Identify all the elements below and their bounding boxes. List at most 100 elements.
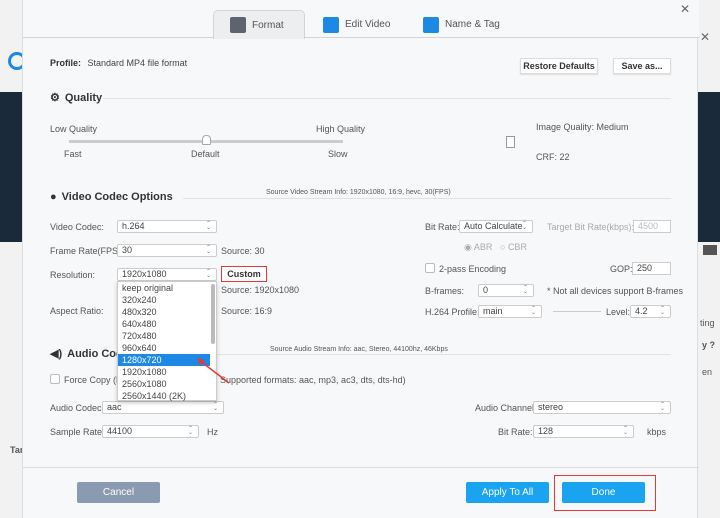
fast-label: Fast <box>64 149 82 159</box>
dropdown-scrollbar[interactable] <box>211 284 215 344</box>
video-codec-label: Video Codec: <box>50 222 104 232</box>
slider-thumb[interactable] <box>202 135 211 145</box>
low-quality-label: Low Quality <box>50 124 98 134</box>
resolution-option[interactable]: 720x480 <box>118 330 210 342</box>
sample-rate-select[interactable]: 44100 <box>102 425 199 438</box>
resolution-option[interactable]: 320x240 <box>118 294 210 306</box>
abr-radio[interactable]: ◉ ABR <box>464 242 492 253</box>
slow-label: Slow <box>328 149 348 159</box>
custom-button[interactable]: Custom <box>221 266 267 282</box>
resolution-option[interactable]: 480x320 <box>118 306 210 318</box>
tab-label: Edit Video <box>345 19 391 30</box>
high-quality-label: High Quality <box>316 124 366 134</box>
bframes-label: B-frames: <box>425 286 465 296</box>
document-icon <box>506 136 515 148</box>
fps-source: Source: 30 <box>221 246 265 256</box>
default-label: Default <box>191 149 220 159</box>
save-as-button[interactable]: Save as... <box>613 58 671 74</box>
fps-select[interactable]: 30 <box>117 244 217 257</box>
bframes-note: * Not all devices support B-frames <box>547 286 684 296</box>
source-video-info: Source Video Stream Info: 1920x1080, 16:… <box>266 189 451 196</box>
image-quality-text: Image Quality: Medium <box>536 122 629 132</box>
folder-icon[interactable] <box>703 245 717 255</box>
video-codec-select[interactable]: h.264 <box>117 220 217 233</box>
profile-label: Profile: <box>50 58 82 68</box>
bframes-select[interactable]: 0 <box>478 284 534 297</box>
two-pass-checkbox[interactable] <box>425 263 435 273</box>
done-button[interactable]: Done <box>562 482 645 503</box>
profile-value: Standard MP4 file format <box>87 58 188 68</box>
audio-bitrate-label: Bit Rate: <box>498 427 533 437</box>
resolution-source: Source: 1920x1080 <box>221 285 300 295</box>
cancel-button[interactable]: Cancel <box>77 482 160 503</box>
speaker-icon: ◀) <box>50 348 63 360</box>
bitrate-select[interactable]: Auto Calculate <box>459 220 533 233</box>
quality-slider[interactable] <box>69 135 343 145</box>
video-thumbnail-right <box>698 92 720 242</box>
force-copy-label: Force Copy (P <box>64 375 123 385</box>
audio-channel-select[interactable]: stereo <box>533 401 671 414</box>
resolution-option[interactable]: 2560x1440 (2K) <box>118 390 210 402</box>
hz-unit: Hz <box>207 427 218 437</box>
audio-codec-label: Audio Codec: <box>50 403 105 413</box>
annotation-arrow <box>197 358 230 384</box>
gop-input[interactable]: 250 <box>632 262 671 275</box>
source-audio-info: Source Audio Stream Info: aac, Stereo, 4… <box>270 346 448 353</box>
aspect-source: Source: 16:9 <box>221 306 273 316</box>
bitrate-label: Bit Rate: <box>425 222 460 232</box>
force-copy-checkbox[interactable] <box>50 374 60 384</box>
sample-rate-label: Sample Rate: <box>50 427 105 437</box>
restore-defaults-button[interactable]: Restore Defaults <box>520 58 598 74</box>
cbr-radio[interactable]: ○ CBR <box>500 242 527 252</box>
close-icon[interactable]: ✕ <box>680 2 690 16</box>
gop-label: GOP: <box>610 264 633 274</box>
resolution-option[interactable]: keep original <box>118 282 210 294</box>
bg-text: y ? <box>702 340 716 350</box>
level-select[interactable]: 4.2 <box>630 305 671 318</box>
video-codec-title: Video Codec Options <box>61 191 173 203</box>
profile-row: Profile: Standard MP4 file format <box>50 58 187 68</box>
tab-name-tag[interactable]: Name & Tag <box>407 10 516 39</box>
aspect-ratio-label: Aspect Ratio: <box>50 306 104 316</box>
audio-channel-label: Audio Channel: <box>475 403 537 413</box>
tab-label: Format <box>252 19 284 31</box>
quality-title: Quality <box>64 91 103 104</box>
bg-text: ting <box>700 318 715 328</box>
tab-edit-video[interactable]: Edit Video <box>307 10 406 39</box>
video-thumbnail <box>0 92 22 242</box>
film-reel-icon: ● <box>50 191 57 203</box>
divider <box>103 98 671 99</box>
audio-codec-select[interactable]: aac <box>102 401 224 414</box>
tab-bar: Format Edit Video Name & Tag ✕ <box>23 0 699 39</box>
footer-divider <box>23 467 699 468</box>
target-bitrate-input[interactable]: 4500 <box>633 220 671 233</box>
kbps-unit: kbps <box>647 427 667 437</box>
format-icon <box>230 17 246 33</box>
target-bitrate-label: Target Bit Rate(kbps): <box>547 222 635 232</box>
supported-formats: Supported formats: aac, mp3, ac3, dts, d… <box>220 375 406 385</box>
gear-icon: ⚙ <box>50 92 60 104</box>
bg-close-icon: ✕ <box>700 30 711 44</box>
divider <box>553 311 601 312</box>
bg-text: en <box>702 367 713 377</box>
edit-video-icon <box>323 16 339 33</box>
divider <box>183 198 671 199</box>
h264-profile-select[interactable]: main <box>478 305 542 318</box>
name-tag-icon <box>423 16 439 33</box>
resolution-option[interactable]: 960x640 <box>118 342 210 354</box>
tab-format[interactable]: Format <box>213 10 305 39</box>
resolution-select[interactable]: 1920x1080 <box>117 268 217 281</box>
video-codec-heading: ● Video Codec Options <box>50 191 173 203</box>
fps-label: Frame Rate(FPS): <box>50 246 124 256</box>
apply-to-all-button[interactable]: Apply To All <box>466 482 549 503</box>
two-pass-label: 2-pass Encoding <box>439 264 507 274</box>
divider <box>213 354 671 355</box>
crf-text: CRF: 22 <box>536 152 570 162</box>
audio-bitrate-select[interactable]: 128 <box>533 425 634 438</box>
resolution-option[interactable]: 640x480 <box>118 318 210 330</box>
format-settings-dialog: Format Edit Video Name & Tag ✕ Profile: … <box>22 0 699 518</box>
abr-label: ABR <box>473 242 493 252</box>
resolution-label: Resolution: <box>50 270 96 280</box>
quality-heading: ⚙ Quality <box>50 91 103 105</box>
cbr-label: CBR <box>507 242 527 252</box>
